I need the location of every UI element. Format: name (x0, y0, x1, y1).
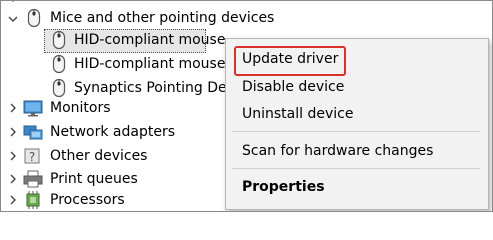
tree-category-mice[interactable]: Mice and other pointing devices (1, 6, 492, 30)
tree-item-label: HID-compliant mouse (74, 32, 226, 48)
menu-item-disable-device[interactable]: Disable device (242, 74, 344, 100)
svg-text:?: ? (29, 150, 35, 164)
network-adapter-icon (23, 125, 43, 140)
processor-icon (26, 191, 40, 209)
tree-category-processors[interactable]: Processors (1, 188, 225, 211)
mouse-icon (52, 78, 66, 98)
highlight-box (234, 46, 346, 76)
tree-category-label: Network adapters (50, 124, 175, 140)
device-manager-tree: Mice and other pointing devices HID-comp… (0, 0, 493, 212)
menu-item-uninstall-device[interactable]: Uninstall device (242, 101, 353, 127)
tree-item-device[interactable]: HID-compliant mouse (1, 28, 225, 52)
mouse-icon (52, 54, 66, 74)
tree-category-network-adapters[interactable]: Network adapters (1, 120, 225, 144)
chevron-down-icon[interactable] (6, 12, 20, 26)
mouse-icon (52, 30, 66, 50)
tree-category-label: Monitors (50, 100, 111, 116)
tree-item-device[interactable]: HID-compliant mouse (1, 52, 225, 76)
monitor-icon (23, 100, 43, 117)
chevron-right-icon[interactable] (6, 101, 20, 115)
tree-category-label: Other devices (50, 148, 148, 164)
printer-icon (23, 170, 43, 188)
chevron-right-icon[interactable] (6, 193, 20, 207)
tree-category-monitors[interactable]: Monitors (1, 96, 225, 120)
chevron-right-icon[interactable] (6, 172, 20, 186)
mouse-icon (27, 8, 41, 28)
tree-category-label: Processors (50, 192, 125, 208)
chevron-right-icon[interactable] (6, 125, 20, 139)
tree-item-label: HID-compliant mouse (74, 56, 226, 72)
chevron-right-icon[interactable] (6, 149, 20, 163)
menu-separator (232, 168, 480, 169)
context-menu: Update driver Disable device Uninstall d… (225, 38, 489, 210)
tree-category-other-devices[interactable]: ? Other devices (1, 144, 225, 168)
menu-separator (232, 131, 480, 132)
menu-item-scan-hardware[interactable]: Scan for hardware changes (242, 138, 433, 164)
tree-category-label: Mice and other pointing devices (50, 10, 275, 26)
menu-item-properties[interactable]: Properties (242, 174, 325, 200)
unknown-device-icon: ? (24, 148, 40, 164)
